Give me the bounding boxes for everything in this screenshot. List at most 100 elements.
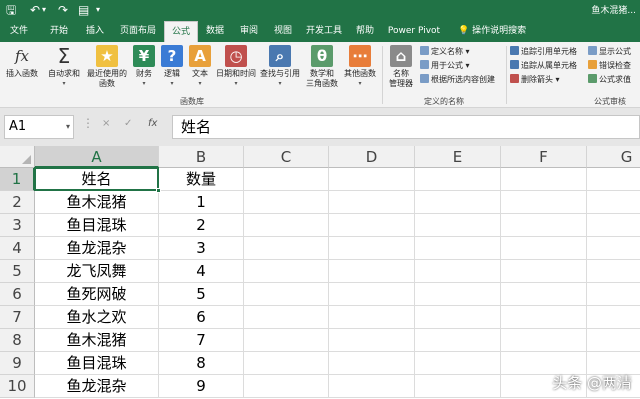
row-header-4[interactable]: 4 xyxy=(0,237,35,260)
show-formulas-button[interactable]: 显示公式 xyxy=(588,46,631,57)
cell-g1[interactable] xyxy=(587,168,640,191)
row-header-2[interactable]: 2 xyxy=(0,191,35,214)
cell-e1[interactable] xyxy=(415,168,501,191)
cell-a3[interactable]: 鱼目混珠 xyxy=(35,214,159,237)
evaluate-formula-button[interactable]: 公式求值 xyxy=(588,74,631,85)
cell-f5[interactable] xyxy=(501,260,587,283)
tab-data[interactable]: 数据 xyxy=(200,20,230,42)
cell-c2[interactable] xyxy=(244,191,329,214)
column-header-d[interactable]: D xyxy=(329,146,415,168)
cell-b4[interactable]: 3 xyxy=(159,237,244,260)
cell-f1[interactable] xyxy=(501,168,587,191)
remove-arrows-button[interactable]: 删除箭头 ▾ xyxy=(510,74,560,85)
cell-b7[interactable]: 6 xyxy=(159,306,244,329)
cell-e4[interactable] xyxy=(415,237,501,260)
cell-e9[interactable] xyxy=(415,352,501,375)
cell-d2[interactable] xyxy=(329,191,415,214)
cell-c8[interactable] xyxy=(244,329,329,352)
cell-b2[interactable]: 1 xyxy=(159,191,244,214)
row-header-3[interactable]: 3 xyxy=(0,214,35,237)
form-icon[interactable]: ▤ xyxy=(78,2,89,18)
cell-f3[interactable] xyxy=(501,214,587,237)
cell-b1[interactable]: 数量 xyxy=(159,168,244,191)
cell-a1[interactable]: 姓名 xyxy=(35,168,159,191)
cell-d1[interactable] xyxy=(329,168,415,191)
cell-c4[interactable] xyxy=(244,237,329,260)
tab-formulas[interactable]: 公式 xyxy=(164,21,198,42)
recent-functions-button[interactable]: ★ 最近使用的 函数 xyxy=(86,45,128,89)
cell-g8[interactable] xyxy=(587,329,640,352)
row-header-6[interactable]: 6 xyxy=(0,283,35,306)
cell-f4[interactable] xyxy=(501,237,587,260)
cell-b3[interactable]: 2 xyxy=(159,214,244,237)
tell-me-search[interactable]: 💡 操作说明搜索 xyxy=(458,20,526,42)
row-header-10[interactable]: 10 xyxy=(0,375,35,398)
cell-c10[interactable] xyxy=(244,375,329,398)
cell-a6[interactable]: 鱼死网破 xyxy=(35,283,159,306)
name-manager-button[interactable]: ⌂ 名称 管理器 xyxy=(386,45,416,89)
cell-e7[interactable] xyxy=(415,306,501,329)
tab-home[interactable]: 开始 xyxy=(42,20,76,42)
cell-e2[interactable] xyxy=(415,191,501,214)
cell-e6[interactable] xyxy=(415,283,501,306)
create-from-selection-button[interactable]: 根据所选内容创建 xyxy=(420,74,495,85)
cell-a10[interactable]: 鱼龙混杂 xyxy=(35,375,159,398)
row-header-5[interactable]: 5 xyxy=(0,260,35,283)
cell-d9[interactable] xyxy=(329,352,415,375)
trace-precedents-button[interactable]: 追踪引用单元格 xyxy=(510,46,577,57)
cell-b8[interactable]: 7 xyxy=(159,329,244,352)
cell-d3[interactable] xyxy=(329,214,415,237)
cell-a5[interactable]: 龙飞凤舞 xyxy=(35,260,159,283)
customize-toolbar-icon[interactable]: ▾ xyxy=(96,2,100,18)
tab-view[interactable]: 视图 xyxy=(268,20,298,42)
tab-developer[interactable]: 开发工具 xyxy=(302,20,346,42)
cell-g2[interactable] xyxy=(587,191,640,214)
tab-file[interactable]: 文件 xyxy=(4,20,34,42)
cell-g3[interactable] xyxy=(587,214,640,237)
cell-f8[interactable] xyxy=(501,329,587,352)
math-trig-button[interactable]: θ 数学和 三角函数 xyxy=(302,45,342,89)
cell-e10[interactable] xyxy=(415,375,501,398)
cell-g7[interactable] xyxy=(587,306,640,329)
formula-input[interactable]: 姓名 xyxy=(172,115,640,139)
column-header-c[interactable]: C xyxy=(244,146,329,168)
cell-g6[interactable] xyxy=(587,283,640,306)
cell-b5[interactable]: 4 xyxy=(159,260,244,283)
text-functions-button[interactable]: A 文本 ▾ xyxy=(188,45,212,89)
define-name-button[interactable]: 定义名称 ▾ xyxy=(420,46,470,57)
chevron-down-icon[interactable]: ▾ xyxy=(66,116,70,138)
trace-dependents-button[interactable]: 追踪从属单元格 xyxy=(510,60,577,71)
select-all-button[interactable] xyxy=(0,146,35,168)
insert-function-button[interactable]: fx 插入函数 xyxy=(4,45,40,79)
row-header-7[interactable]: 7 xyxy=(0,306,35,329)
column-header-g[interactable]: G xyxy=(587,146,640,168)
cell-c5[interactable] xyxy=(244,260,329,283)
datetime-button[interactable]: ◷ 日期和时间 ▾ xyxy=(214,45,258,89)
cell-a4[interactable]: 鱼龙混杂 xyxy=(35,237,159,260)
row-header-9[interactable]: 9 xyxy=(0,352,35,375)
cell-c3[interactable] xyxy=(244,214,329,237)
cell-a9[interactable]: 鱼目混珠 xyxy=(35,352,159,375)
cell-a8[interactable]: 鱼木混猪 xyxy=(35,329,159,352)
enter-icon[interactable]: ✓ xyxy=(124,118,132,129)
tab-power-pivot[interactable]: Power Pivot xyxy=(386,20,442,42)
column-header-f[interactable]: F xyxy=(501,146,587,168)
save-icon[interactable]: 🖫 xyxy=(6,2,16,18)
undo-icon[interactable]: ↶ xyxy=(30,2,40,18)
tab-review[interactable]: 审阅 xyxy=(234,20,264,42)
autosum-button[interactable]: Σ 自动求和 ▾ xyxy=(46,45,82,89)
cell-c7[interactable] xyxy=(244,306,329,329)
row-header-1[interactable]: 1 xyxy=(0,168,35,191)
cell-d4[interactable] xyxy=(329,237,415,260)
tab-page-layout[interactable]: 页面布局 xyxy=(114,20,162,42)
tab-insert[interactable]: 插入 xyxy=(80,20,110,42)
cell-e8[interactable] xyxy=(415,329,501,352)
error-checking-button[interactable]: 错误检查 xyxy=(588,60,631,71)
more-functions-button[interactable]: ⋯ 其他函数 ▾ xyxy=(342,45,378,89)
cell-g5[interactable] xyxy=(587,260,640,283)
cell-d7[interactable] xyxy=(329,306,415,329)
column-header-b[interactable]: B xyxy=(159,146,244,168)
use-in-formula-button[interactable]: 用于公式 ▾ xyxy=(420,60,470,71)
financial-button[interactable]: ¥ 财务 ▾ xyxy=(132,45,156,89)
lookup-button[interactable]: ⌕ 查找与引用 ▾ xyxy=(258,45,302,89)
